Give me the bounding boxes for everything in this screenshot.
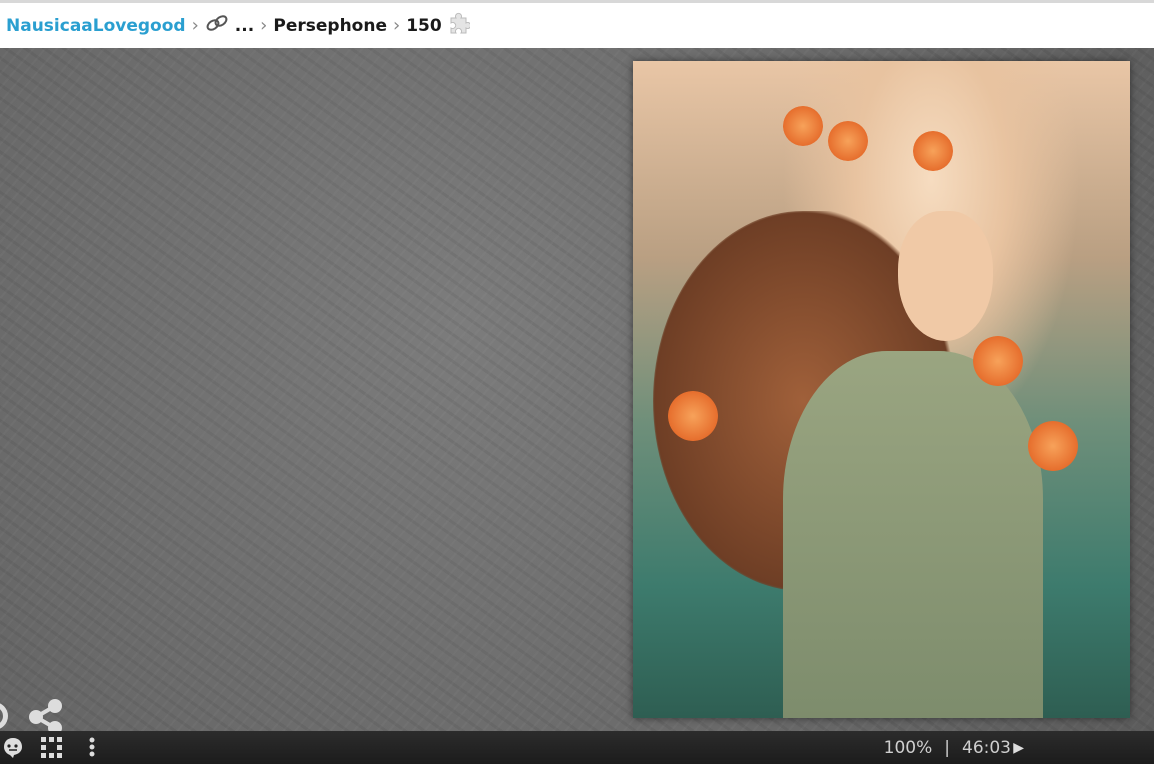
puzzle-preview-image bbox=[633, 61, 1130, 718]
image-flower bbox=[913, 131, 953, 171]
breadcrumb-piece-count: 150 bbox=[406, 15, 442, 36]
bottom-border bbox=[0, 764, 1154, 770]
image-flower bbox=[973, 336, 1023, 386]
chevron-right-icon: › bbox=[260, 15, 268, 36]
ghost-icon[interactable] bbox=[2, 737, 24, 759]
puzzle-board[interactable] bbox=[0, 48, 1154, 735]
chevron-right-icon: › bbox=[392, 15, 401, 36]
image-flower bbox=[1028, 421, 1078, 471]
breadcrumb-user-link[interactable]: NausicaaLovegood bbox=[6, 16, 186, 36]
status-area: 100% | 46:03 bbox=[884, 738, 1011, 758]
grid-icon[interactable] bbox=[41, 737, 63, 759]
link-icon[interactable] bbox=[205, 14, 229, 37]
breadcrumb-album[interactable]: Persephone bbox=[273, 16, 387, 36]
image-flower bbox=[828, 121, 868, 161]
image-flower bbox=[668, 391, 718, 441]
breadcrumb: NausicaaLovegood › ... › Persephone › 15… bbox=[0, 3, 1154, 48]
more-options-icon[interactable] bbox=[88, 737, 96, 759]
puzzle-piece-icon bbox=[448, 12, 471, 39]
rotate-icon[interactable] bbox=[0, 702, 8, 730]
zoom-level: 100% bbox=[883, 738, 933, 758]
image-flower bbox=[783, 106, 823, 146]
bottom-toolbar: 100% | 46:03 ▶ bbox=[0, 731, 1154, 764]
image-face bbox=[898, 211, 993, 341]
timer: 46:03 bbox=[962, 738, 1011, 758]
play-icon[interactable]: ▶ bbox=[1013, 740, 1024, 756]
chevron-right-icon: › bbox=[191, 15, 199, 36]
breadcrumb-ellipsis[interactable]: ... bbox=[235, 16, 254, 36]
status-divider: | bbox=[944, 738, 950, 758]
image-figure bbox=[783, 351, 1043, 718]
